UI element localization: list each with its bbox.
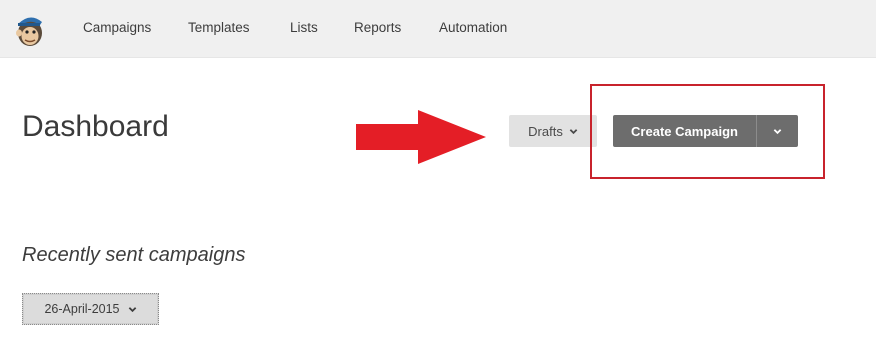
drafts-label: Drafts	[528, 123, 563, 139]
date-select-dropdown[interactable]: 26-April-2015	[22, 293, 159, 325]
nav-item-templates[interactable]: Templates	[188, 20, 250, 35]
annotation-highlight-box	[590, 84, 825, 179]
nav-item-reports[interactable]: Reports	[354, 20, 401, 35]
nav-item-automation[interactable]: Automation	[439, 20, 507, 35]
drafts-dropdown-button[interactable]: Drafts	[509, 115, 597, 147]
nav-item-campaigns[interactable]: Campaigns	[83, 20, 151, 35]
red-arrow-icon	[356, 110, 486, 164]
monkey-logo-icon[interactable]	[14, 12, 46, 48]
recent-campaigns-heading: Recently sent campaigns	[22, 244, 246, 266]
date-select-value: 26-April-2015	[44, 302, 120, 316]
chevron-down-icon	[569, 128, 578, 134]
top-navigation-bar: Campaigns Templates Lists Reports Automa…	[0, 0, 876, 58]
chevron-down-icon	[128, 306, 136, 312]
page-title: Dashboard	[22, 110, 169, 143]
nav-item-lists[interactable]: Lists	[290, 20, 318, 35]
